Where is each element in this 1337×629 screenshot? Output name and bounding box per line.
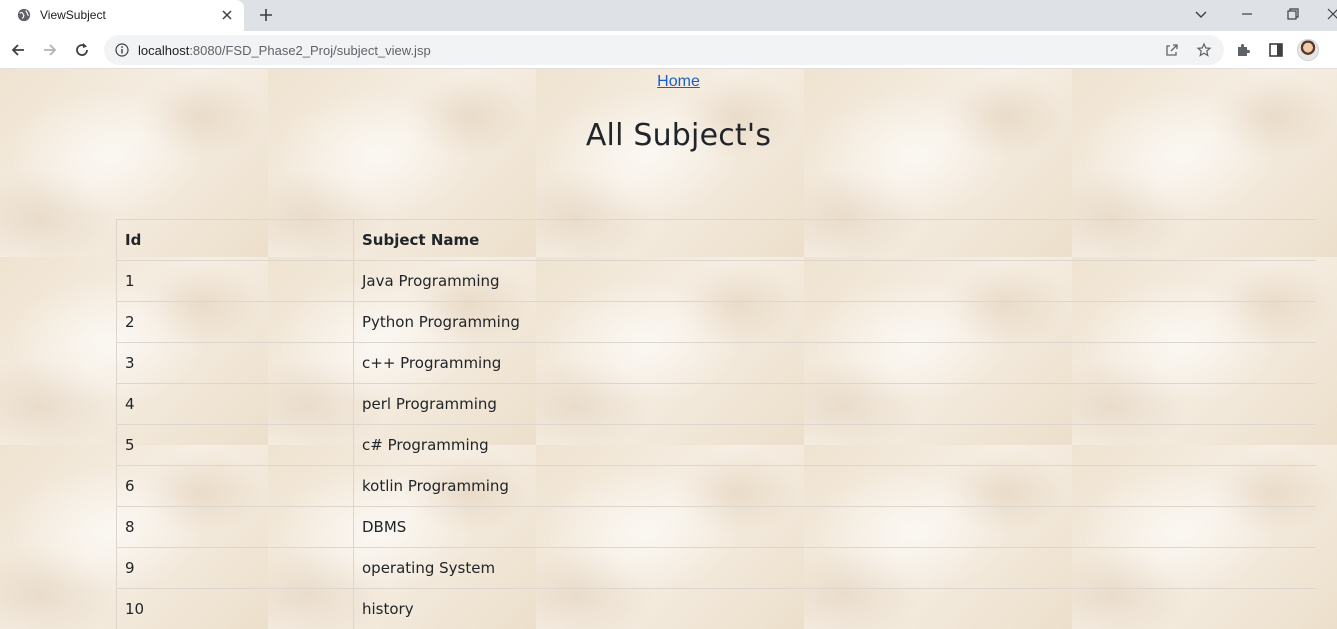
tab-search-chevron-icon[interactable]	[1193, 6, 1209, 22]
cell-subject-name: c++ Programming	[353, 342, 1316, 384]
browser-toolbar: localhost:8080/FSD_Phase2_Proj/subject_v…	[0, 31, 1337, 69]
table-row: 4 perl Programming	[116, 383, 1316, 425]
globe-icon	[17, 8, 31, 22]
side-panel-icon[interactable]	[1267, 41, 1285, 59]
table-row: 3 c++ Programming	[116, 342, 1316, 384]
cell-subject-name: c# Programming	[353, 424, 1316, 466]
home-link[interactable]: Home	[0, 73, 1337, 91]
cell-id: 2	[116, 301, 354, 343]
forward-arrow-icon[interactable]	[41, 41, 59, 59]
cell-subject-name: history	[353, 588, 1316, 629]
cell-id: 5	[116, 424, 354, 466]
column-header-subject-name: Subject Name	[353, 219, 1316, 261]
window-close-icon[interactable]	[1325, 6, 1337, 22]
subjects-table: Id Subject Name 1 Java Programming 2 Pyt…	[116, 219, 1316, 629]
table-row: 8 DBMS	[116, 506, 1316, 548]
url-text[interactable]: localhost:8080/FSD_Phase2_Proj/subject_v…	[138, 43, 431, 58]
close-icon[interactable]	[220, 8, 234, 22]
table-row: 1 Java Programming	[116, 260, 1316, 302]
cell-id: 10	[116, 588, 354, 629]
tab-strip: ViewSubject	[0, 0, 1337, 31]
table-row: 9 operating System	[116, 547, 1316, 589]
info-icon[interactable]	[115, 43, 129, 57]
cell-id: 3	[116, 342, 354, 384]
table-row: 10 history	[116, 588, 1316, 629]
back-arrow-icon[interactable]	[9, 41, 27, 59]
extensions-puzzle-icon[interactable]	[1235, 41, 1253, 59]
new-tab-plus-icon[interactable]	[257, 6, 275, 24]
table-row: 6 kotlin Programming	[116, 465, 1316, 507]
cell-subject-name: DBMS	[353, 506, 1316, 548]
cell-id: 8	[116, 506, 354, 548]
table-row: 2 Python Programming	[116, 301, 1316, 343]
reload-icon[interactable]	[73, 41, 91, 59]
share-icon[interactable]	[1164, 42, 1180, 58]
cell-subject-name: Java Programming	[353, 260, 1316, 302]
url-host: localhost	[138, 43, 190, 58]
bookmark-star-icon[interactable]	[1196, 42, 1212, 58]
tab-title: ViewSubject	[40, 8, 106, 22]
page-title: All Subject's	[585, 118, 772, 153]
cell-subject-name: perl Programming	[353, 383, 1316, 425]
minimize-icon[interactable]	[1239, 6, 1255, 22]
cell-id: 4	[116, 383, 354, 425]
tab-viewsubject[interactable]: ViewSubject	[0, 0, 244, 31]
table-header-row: Id Subject Name	[116, 219, 1316, 261]
address-bar[interactable]: localhost:8080/FSD_Phase2_Proj/subject_v…	[104, 35, 1224, 65]
cell-subject-name: operating System	[353, 547, 1316, 589]
cell-subject-name: Python Programming	[353, 301, 1316, 343]
column-header-id: Id	[116, 219, 354, 261]
url-path: :8080/FSD_Phase2_Proj/subject_view.jsp	[189, 43, 431, 58]
cell-id: 9	[116, 547, 354, 589]
cell-id: 6	[116, 465, 354, 507]
table-row: 5 c# Programming	[116, 424, 1316, 466]
restore-icon[interactable]	[1285, 6, 1301, 22]
profile-avatar[interactable]	[1297, 39, 1319, 61]
cell-subject-name: kotlin Programming	[353, 465, 1316, 507]
page-viewport: Home All Subject's Id Subject Name 1 Jav…	[0, 69, 1337, 629]
cell-id: 1	[116, 260, 354, 302]
